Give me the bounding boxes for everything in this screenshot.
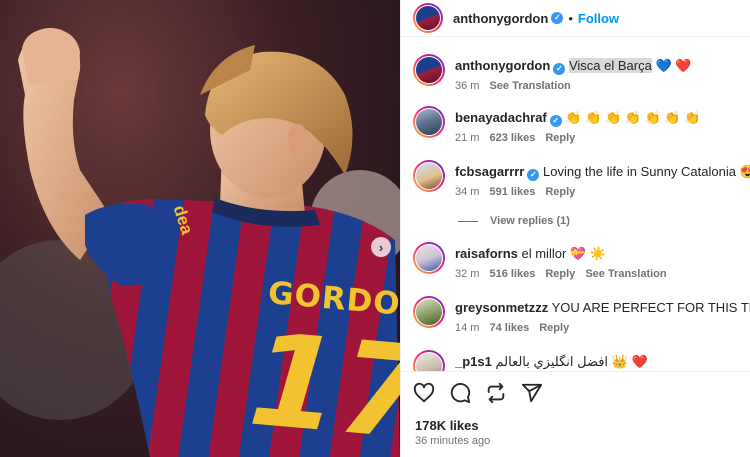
see-translation-link[interactable]: See Translation <box>489 80 570 92</box>
commenter-avatar[interactable] <box>413 242 445 274</box>
comment-item: _p1s1 ❤️ 👑 افضل انگليزي بالعالم <box>413 350 743 371</box>
comment-username[interactable]: _p1s1 <box>455 354 492 369</box>
view-replies-button[interactable]: View replies (1) <box>458 215 570 227</box>
caption-emoji: 💙 ❤️ <box>655 58 692 73</box>
comment-username[interactable]: greysonmetzzz <box>455 300 548 315</box>
comment-time: 21 m <box>455 132 480 144</box>
see-translation-link[interactable]: See Translation <box>585 268 666 280</box>
reply-button[interactable]: Reply <box>545 186 575 198</box>
reply-button[interactable]: Reply <box>539 322 569 334</box>
verified-icon: ✓ <box>553 63 566 75</box>
post-photo[interactable]: dea GORDON 17 › <box>0 0 400 457</box>
action-bar <box>413 382 543 404</box>
share-icon[interactable] <box>521 382 543 404</box>
comment-likes[interactable]: 516 likes <box>489 268 535 280</box>
chevron-right-icon: › <box>378 239 384 255</box>
repost-icon[interactable] <box>485 382 507 404</box>
commenter-avatar[interactable] <box>413 296 445 328</box>
comments-panel: anthonygordon ✓ • Follow anthonygordon ✓ … <box>400 0 750 457</box>
follow-button[interactable]: Follow <box>578 11 619 26</box>
post-view: dea GORDON 17 › anthonygordon ✓ • Follow… <box>0 0 750 457</box>
comment-time: 14 m <box>455 322 480 334</box>
commenter-avatar[interactable] <box>413 160 445 192</box>
divider-line <box>458 220 478 222</box>
author-avatar[interactable] <box>413 3 443 33</box>
reply-button[interactable]: Reply <box>545 268 575 280</box>
caption: anthonygordon ✓ Visca el Barça 💙 ❤️ 36 m … <box>413 54 743 92</box>
comment-text: YOU ARE PERFECT FOR THIS TEAM 💙 ❤️ <box>551 300 750 315</box>
comment-item: greysonmetzzz YOU ARE PERFECT FOR THIS T… <box>413 296 750 334</box>
post-timestamp: 36 minutes ago <box>415 435 491 447</box>
heart-icon[interactable] <box>413 382 435 404</box>
comment-text: ❤️ 👑 افضل انگليزي بالعالم <box>495 354 648 369</box>
comment-username[interactable]: benayadachraf <box>455 110 547 125</box>
likes-count[interactable]: 178K likes <box>415 418 479 433</box>
commenter-avatar[interactable] <box>413 106 445 138</box>
comment-item: fcbsagarrrr ✓ Loving the life in Sunny Ca… <box>413 160 750 198</box>
comment-likes[interactable]: 623 likes <box>489 132 535 144</box>
verified-icon: ✓ <box>551 12 564 24</box>
comment-username[interactable]: fcbsagarrrr <box>455 164 524 179</box>
commenter-avatar[interactable] <box>413 350 445 371</box>
comment-time: 32 m <box>455 268 480 280</box>
comment-likes[interactable]: 74 likes <box>489 322 529 334</box>
comment-username[interactable]: raisaforns <box>455 246 518 261</box>
caption-text: Visca el Barça <box>568 58 652 73</box>
comment-text: Loving the life in Sunny Catalonia 😍 <box>543 164 750 179</box>
next-image-button[interactable]: › <box>371 237 391 257</box>
comment-likes[interactable]: 591 likes <box>489 186 535 198</box>
comment-text: el millor 💝 ☀️ <box>521 246 606 261</box>
reply-button[interactable]: Reply <box>545 132 575 144</box>
comments-list[interactable]: anthonygordon ✓ Visca el Barça 💙 ❤️ 36 m … <box>401 38 750 371</box>
comment-item: raisaforns el millor 💝 ☀️ 32 m 516 likes… <box>413 242 743 280</box>
caption-time: 36 m <box>455 80 480 92</box>
author-avatar[interactable] <box>413 54 445 86</box>
comment-item: benayadachraf ✓ 👏 👏 👏 👏 👏 👏 👏 21 m 623 li… <box>413 106 743 144</box>
jersey-number: 17 <box>243 305 400 457</box>
separator-dot: • <box>568 10 573 26</box>
verified-icon: ✓ <box>527 169 540 181</box>
comment-time: 34 m <box>455 186 480 198</box>
post-header: anthonygordon ✓ • Follow <box>401 0 750 37</box>
caption-username[interactable]: anthonygordon <box>455 58 550 73</box>
view-replies-label: View replies (1) <box>490 215 570 227</box>
comment-icon[interactable] <box>449 382 471 404</box>
comment-text: 👏 👏 👏 👏 👏 👏 👏 <box>565 110 701 125</box>
post-footer: 178K likes 36 minutes ago <box>401 371 750 457</box>
verified-icon: ✓ <box>549 115 562 127</box>
author-username[interactable]: anthonygordon <box>453 11 548 26</box>
